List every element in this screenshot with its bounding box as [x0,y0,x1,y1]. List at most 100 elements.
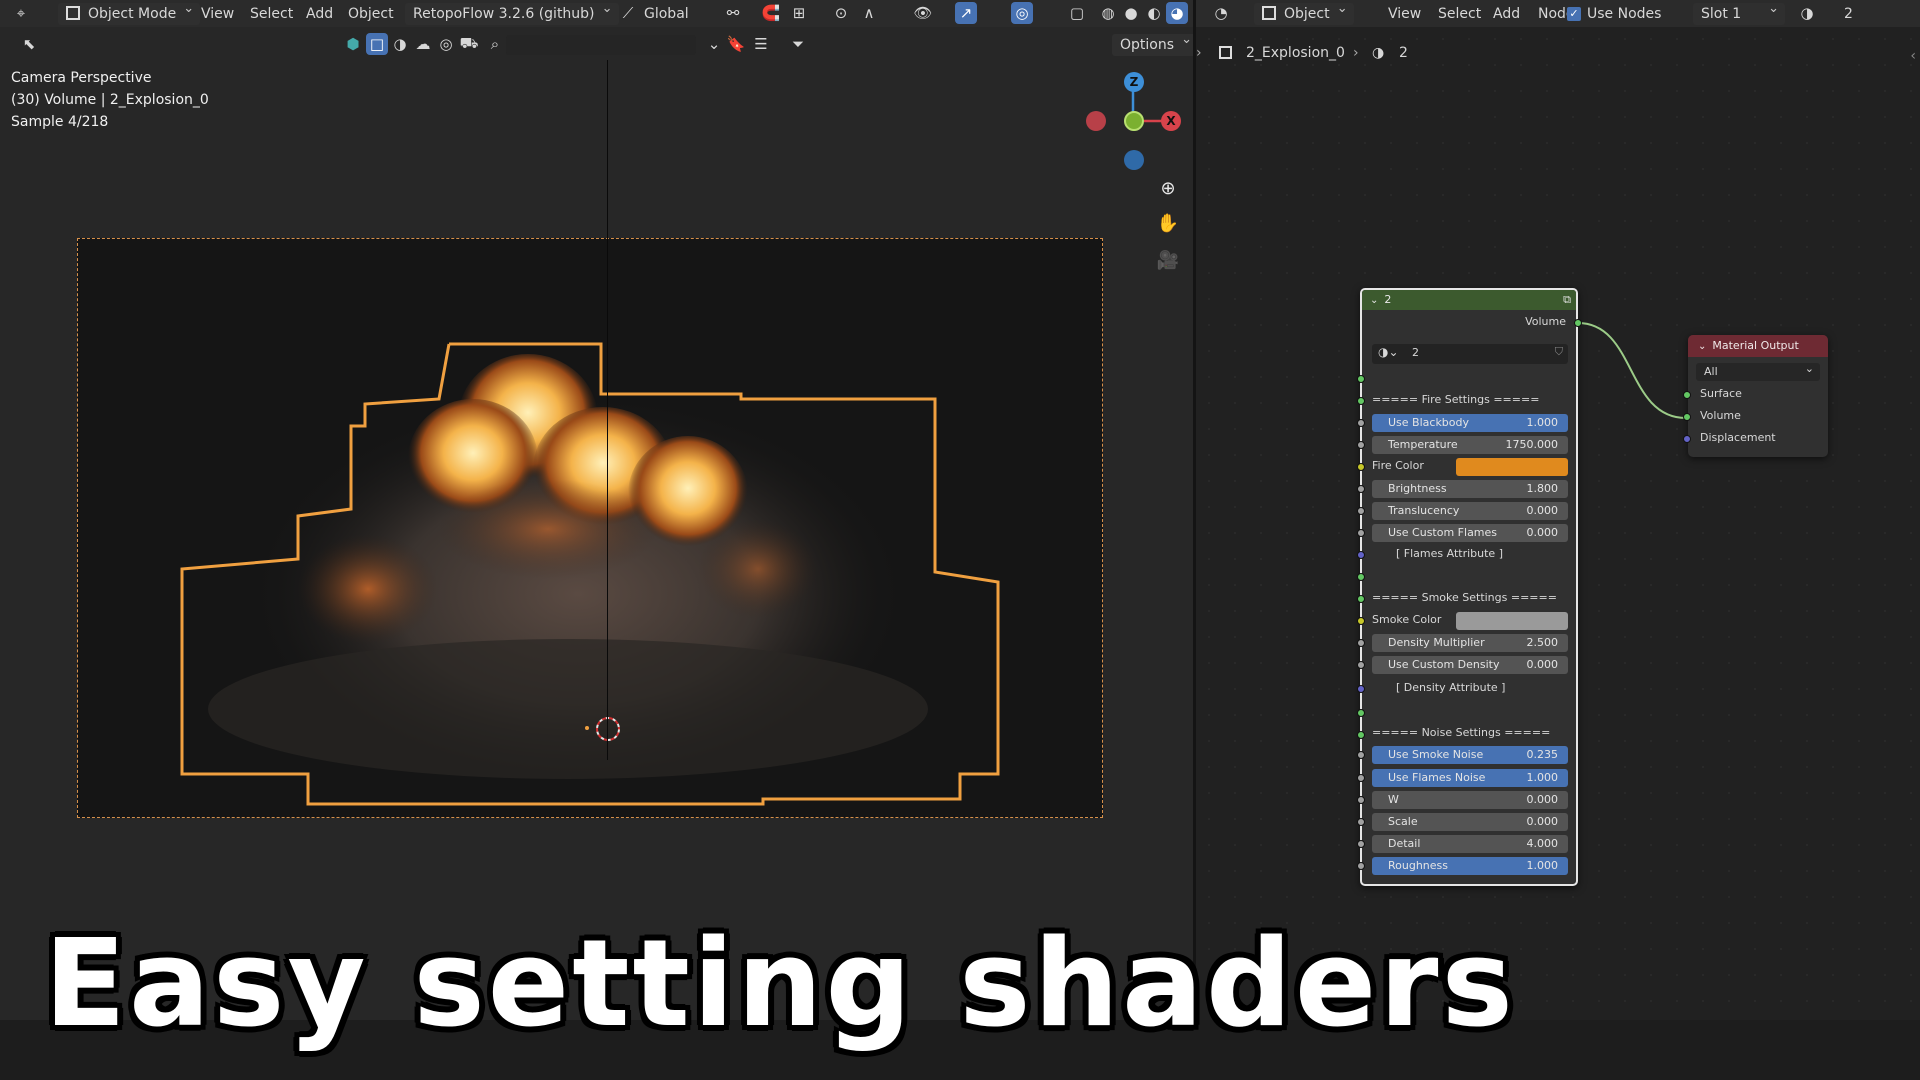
input-socket[interactable] [1357,661,1365,669]
input-socket[interactable] [1357,485,1365,493]
collapse-icon[interactable]: ⌄ [703,33,725,55]
temperature-field[interactable]: Temperature 1750.000 [1372,436,1568,454]
input-socket[interactable] [1357,639,1365,647]
input-socket[interactable] [1357,751,1365,759]
material-output-node[interactable]: ⌄ Material Output All ⌄ Surface Volume Dis… [1683,335,1828,457]
displacement-input-socket[interactable] [1683,435,1691,443]
node-group-datablock[interactable]: ◑⌄ 2 ⛉ [1372,344,1568,364]
editor-type-icon[interactable]: ⌖ [10,2,32,24]
layout-icon[interactable]: ☰ [750,33,772,55]
input-socket[interactable] [1357,397,1365,405]
group-node-header[interactable]: ⌄ 2 ⧉ [1362,290,1576,310]
input-socket[interactable] [1357,419,1365,427]
use-custom-flames-field[interactable]: Use Custom Flames 0.000 [1372,524,1568,542]
detail-field[interactable]: Detail 4.000 [1372,835,1568,853]
material-output-header[interactable]: ⌄ Material Output [1688,335,1828,357]
search-icon[interactable]: ⌕ [484,33,506,55]
menu-select[interactable]: Select [250,3,293,25]
orientation-dropdown[interactable]: Global [644,3,689,25]
use-smoke-noise-field[interactable]: Use Smoke Noise 0.235 [1372,746,1568,764]
pivot-icon[interactable]: ⚯ [722,2,744,24]
sculpt-filter-icon[interactable]: ☁ [412,33,434,55]
input-socket[interactable] [1357,507,1365,515]
object-filter-icon[interactable]: ◑ [389,33,411,55]
falloff-icon[interactable]: ∧ [858,2,880,24]
paint-filter-icon[interactable]: ◎ [435,33,457,55]
input-socket[interactable] [1357,774,1365,782]
3d-viewport[interactable]: ⌖ Object Mode View Select Add Object Ret… [0,0,1199,1020]
rendered-shading-icon[interactable]: ◕ [1166,2,1188,24]
volume-output-socket[interactable] [1574,319,1582,327]
wireframe-shading-icon[interactable]: ◍ [1097,2,1119,24]
input-socket[interactable] [1357,573,1365,581]
use-blackbody-field[interactable]: Use Blackbody 1.000 [1372,414,1568,432]
color-input-socket[interactable] [1357,617,1365,625]
color-input-socket[interactable] [1357,463,1365,471]
input-socket[interactable] [1357,796,1365,804]
select-tool-icon[interactable]: ⬉ [18,33,40,55]
visibility-icon[interactable]: 👁 [912,2,934,24]
scale-field[interactable]: Scale 0.000 [1372,813,1568,831]
translucency-field[interactable]: Translucency 0.000 [1372,502,1568,520]
vector-input-socket[interactable] [1357,551,1365,559]
use-custom-density-field[interactable]: Use Custom Density 0.000 [1372,656,1568,674]
use-flames-noise-field[interactable]: Use Flames Noise 1.000 [1372,769,1568,787]
menu-add[interactable]: Add [306,3,333,25]
input-socket[interactable] [1357,441,1365,449]
snap-icon[interactable]: 🧲 [760,2,782,24]
mode-dropdown[interactable]: Object Mode [58,0,201,25]
select-box-icon[interactable]: □ [366,33,388,55]
filter-icon[interactable]: ⏷ [787,33,809,55]
gizmo-neg-x-axis[interactable] [1086,111,1106,131]
snap-target-icon[interactable]: ⊞ [788,2,810,24]
zoom-icon[interactable]: ⊕ [1155,175,1181,201]
camera-view-icon[interactable]: 🎥 [1155,247,1181,273]
sidebar-toggle-icon[interactable]: ‹ [1910,48,1916,64]
bookmark-icon[interactable]: 🔖 [725,33,747,55]
gizmo-y-axis[interactable] [1124,111,1144,131]
options-dropdown[interactable]: Options [1112,29,1199,56]
vector-input-socket[interactable] [1357,685,1365,693]
input-socket[interactable] [1357,375,1365,383]
fire-color-swatch[interactable] [1456,458,1568,476]
volume-input-socket[interactable] [1683,413,1691,421]
input-socket[interactable] [1357,862,1365,870]
input-socket[interactable] [1357,818,1365,826]
retopoflow-dropdown[interactable]: RetopoFlow 3.2.6 (github) [405,0,619,25]
proportional-edit-icon[interactable]: ⊙ [830,2,852,24]
gizmo-neg-z-axis[interactable] [1124,150,1144,170]
pan-hand-icon[interactable]: ✋ [1155,210,1181,236]
volume-group-node[interactable]: ⌄ 2 ⧉ Volume ◑⌄ 2 ⛉ ===== Fire Settings =… [1357,288,1582,886]
input-socket[interactable] [1357,709,1365,717]
fake-user-shield-icon[interactable]: ⛉ [1555,345,1563,359]
collapse-chevron-icon[interactable]: ⌄ [1698,341,1706,352]
search-input[interactable] [506,35,696,55]
menu-object[interactable]: Object [348,3,394,25]
input-socket[interactable] [1357,840,1365,848]
gizmo-z-axis[interactable]: Z [1124,72,1144,92]
solid-shading-icon[interactable]: ● [1120,2,1142,24]
w-field[interactable]: W 0.000 [1372,791,1568,809]
render-target-dropdown[interactable]: All ⌄ [1696,362,1820,381]
node-group-icon[interactable]: ⧉ [1563,290,1571,310]
shader-node-editor[interactable]: ◔ Object View Select Add Node ✓ Use Node… [1196,0,1920,1020]
xray-icon[interactable]: ▢ [1066,2,1088,24]
smoke-color-swatch[interactable] [1456,612,1568,630]
retopo-icon[interactable]: ⬢ [342,33,364,55]
gizmo-toggle-icon[interactable]: ↗ [955,2,977,24]
density-multiplier-field[interactable]: Density Multiplier 2.500 [1372,634,1568,652]
input-socket[interactable] [1357,595,1365,603]
brightness-field[interactable]: Brightness 1.800 [1372,480,1568,498]
overlay-toggle-icon[interactable]: ◎ [1011,2,1033,24]
input-socket[interactable] [1357,731,1365,739]
collapse-chevron-icon[interactable]: ⌄ [1370,295,1378,306]
gizmo-x-axis[interactable]: X [1161,111,1181,131]
menu-view[interactable]: View [201,3,234,25]
volume-link [1577,322,1687,419]
input-socket[interactable] [1357,529,1365,537]
fire-core [438,479,658,579]
surface-input-socket[interactable] [1683,391,1691,399]
brush-filter-icon[interactable]: ⛟ [458,33,480,55]
material-shading-icon[interactable]: ◐ [1143,2,1165,24]
roughness-field[interactable]: Roughness 1.000 [1372,857,1568,875]
